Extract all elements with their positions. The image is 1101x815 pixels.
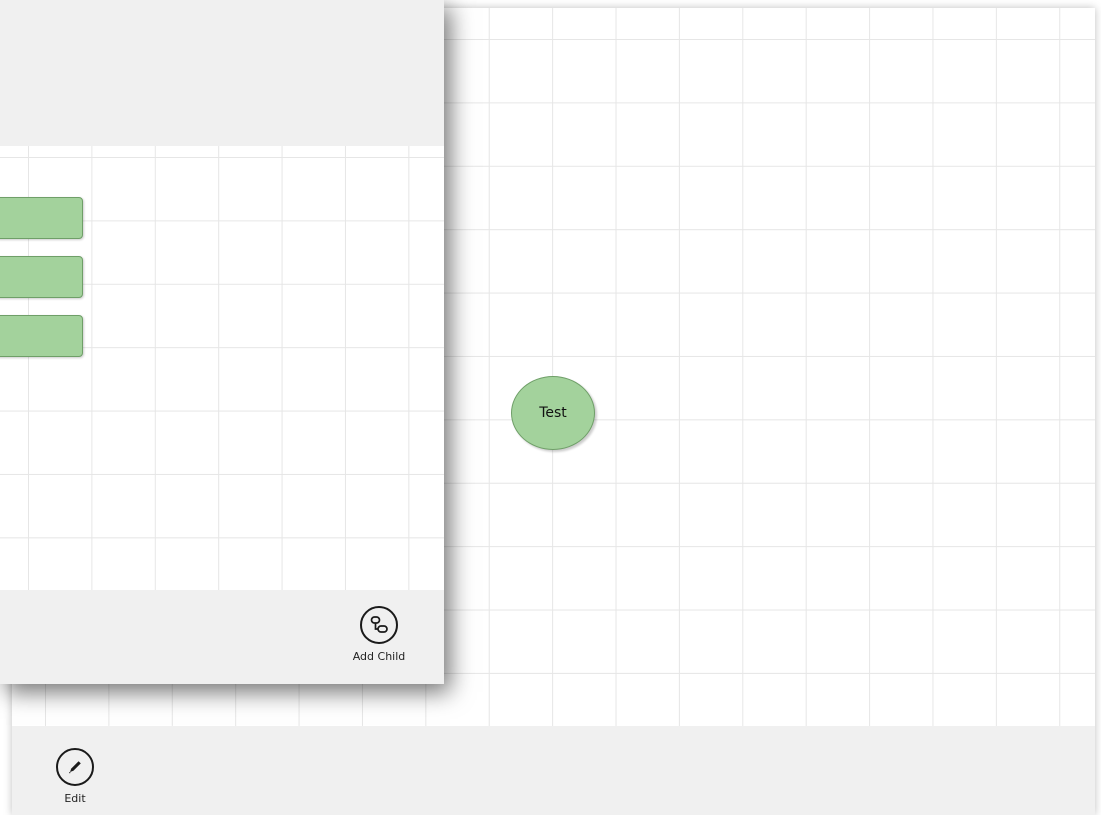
edit-button[interactable]: Edit [40,748,110,805]
edit-label: Edit [64,792,86,805]
node-label: Test [539,405,567,421]
add-child-label: Add Child [352,650,406,663]
dialog-canvas[interactable] [0,146,444,590]
dialog-header [0,0,444,146]
dialog-app-bar: Add Child [0,590,444,684]
child-node[interactable] [0,315,83,357]
hierarchy-icon [360,606,398,644]
pencil-icon [56,748,94,786]
child-node[interactable] [0,197,83,239]
child-dialog: Add Child [0,0,444,684]
add-child-button[interactable]: Add Child [344,606,414,663]
child-node[interactable] [0,256,83,298]
bottom-app-bar: Edit [12,726,1095,815]
diagram-node-test[interactable]: Test [511,376,595,450]
app-root: Edit Test Add Child [0,0,1101,815]
